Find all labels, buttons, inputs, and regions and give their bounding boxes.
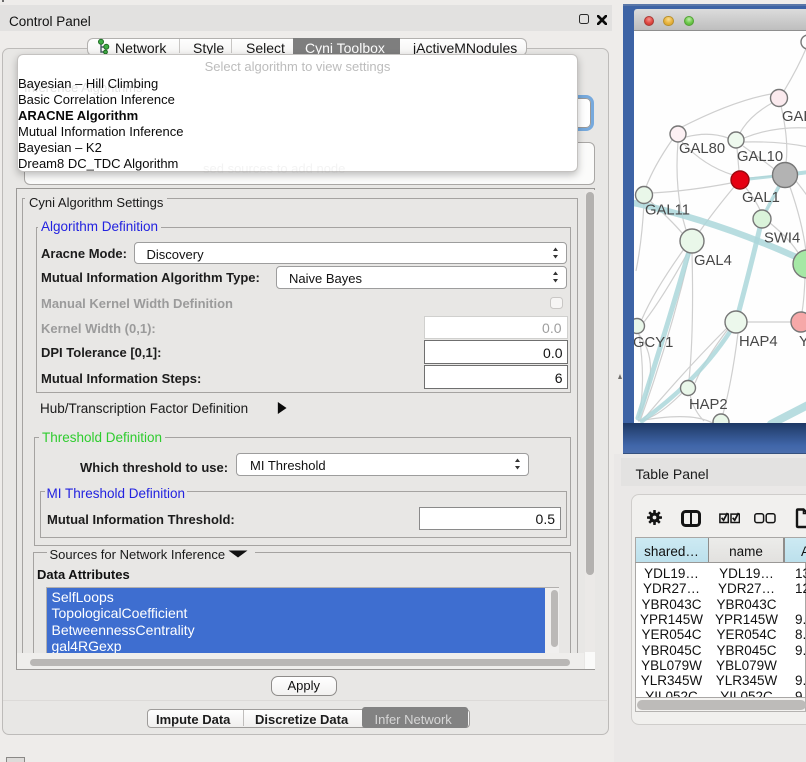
svg-text:GAL2: GAL2 xyxy=(782,109,806,125)
svg-text:GAL11: GAL11 xyxy=(645,203,690,219)
svg-text:HAP2: HAP2 xyxy=(689,397,728,413)
svg-text:HAP4: HAP4 xyxy=(739,334,778,350)
svg-text:GAL80: GAL80 xyxy=(679,141,725,157)
svg-text:GAL4: GAL4 xyxy=(694,253,732,269)
svg-text:GAL1: GAL1 xyxy=(742,190,780,206)
svg-text:GAL10: GAL10 xyxy=(737,149,783,165)
svg-text:SWI4: SWI4 xyxy=(764,231,800,247)
svg-text:YM: YM xyxy=(799,334,806,350)
svg-text:GCY1: GCY1 xyxy=(634,335,673,351)
